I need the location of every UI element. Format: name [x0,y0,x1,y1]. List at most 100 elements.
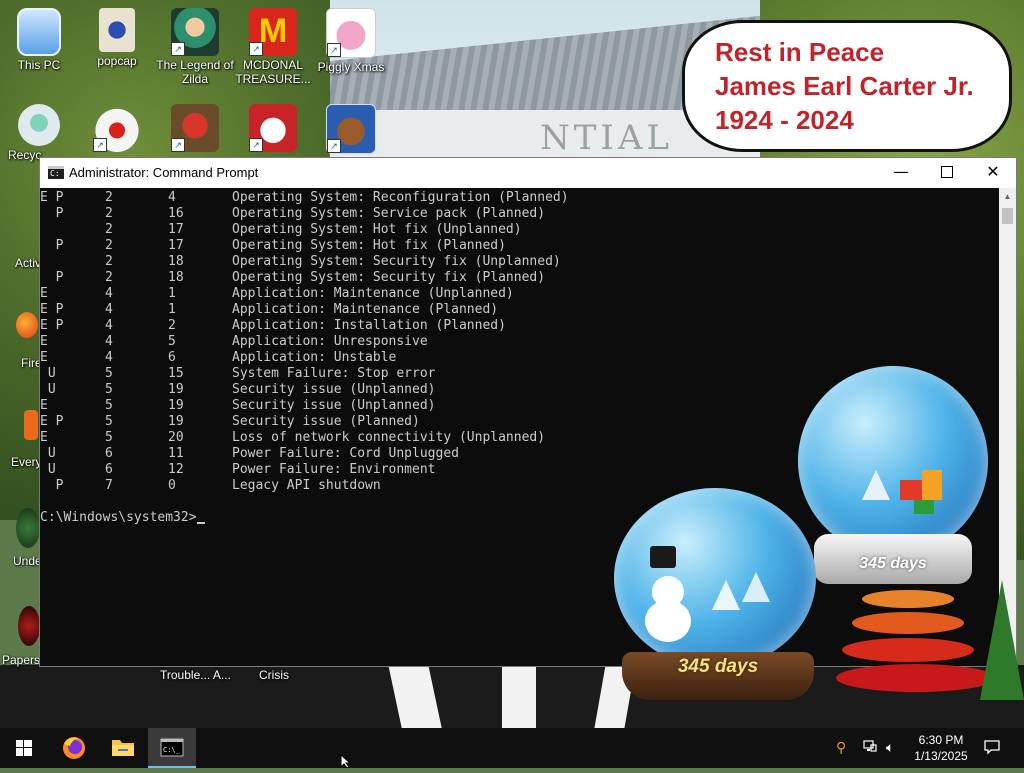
console-major: 5 [105,366,113,381]
console-flags: U [40,366,56,381]
console-major: 4 [105,302,113,317]
console-minor: 0 [168,478,176,493]
scroll-thumb[interactable] [1002,208,1013,224]
wallpaper-building-text: NTIAL [540,118,673,158]
console-minor: 19 [168,414,184,429]
console-description: Operating System: Security fix (Planned) [232,270,546,285]
desktop-icon-label-partial[interactable]: Papers [2,653,40,667]
shortcut-arrow-icon: ↗ [93,138,107,152]
snowman-body [645,600,691,642]
papers-please-icon[interactable] [18,606,40,646]
spiral-ring [852,612,964,634]
spiral-ring [862,590,954,608]
console-minor: 4 [168,190,176,205]
firefox-button[interactable] [50,728,98,768]
console-description: Operating System: Security fix (Unplanne… [232,254,561,269]
close-button[interactable]: ✕ [970,158,1016,188]
console-minor: 20 [168,430,184,445]
console-flags: P [40,270,64,285]
undertale-icon[interactable] [16,508,40,548]
recycle-bin-icon [18,104,60,146]
desktop-icon-label: MCDONAL TREASURE... [235,58,311,86]
desktop-icon-angry-bird[interactable]: ↗ [156,104,234,152]
globe-tree [862,470,890,500]
desktop-icon-label-partial[interactable]: Every [11,455,42,469]
console-minor: 17 [168,222,184,237]
everything-icon[interactable] [24,410,38,440]
console-flags: E P [40,318,64,333]
desktop-icon-label-partial[interactable]: Trouble... A... [160,668,231,682]
console-major: 2 [105,190,113,205]
desktop-icon-snowman-game[interactable]: ↗ [234,104,312,152]
notification-icon [984,740,1000,755]
console-description: Application: Maintenance (Planned) [232,302,499,317]
tribute-line-2: James Earl Carter Jr. [715,71,974,101]
spiral-ring [842,638,974,662]
console-flags: U [40,382,56,397]
desktop-icon-label-partial[interactable]: Unde [13,554,42,568]
console-flags: E [40,430,48,445]
desktop-icon-label: The Legend of Zilda [156,58,234,86]
file-explorer-button[interactable] [99,728,147,768]
search-icon[interactable]: ⚲ [836,738,846,758]
notification-center-button[interactable] [982,738,1002,762]
console-minor: 18 [168,270,184,285]
teddy-bear-icon: ↗ [326,104,376,154]
maximize-icon [941,166,953,178]
gift-icon [900,480,922,500]
console-minor: 19 [168,398,184,413]
shortcut-arrow-icon: ↗ [249,138,263,152]
console-major: 2 [105,222,113,237]
console-flags: E [40,334,48,349]
desktop-icon-label-partial[interactable]: Activ [15,256,41,270]
network-icon[interactable] [862,738,878,760]
system-clock[interactable]: 6:30 PM 1/13/2025 [906,732,976,764]
console-description: Application: Installation (Planned) [232,318,506,333]
volume-icon[interactable]: 🔈︎ [886,738,894,758]
tribute-line-3: 1924 - 2024 [715,105,854,135]
console-description: Legacy API shutdown [232,478,381,493]
desktop-icon-this-pc[interactable]: This PC [0,8,78,72]
console-flags: E P [40,414,64,429]
command-prompt-button[interactable]: C:\_ [148,728,196,768]
desktop-icon-legend-of-zilda[interactable]: ↗ The Legend of Zilda [156,8,234,86]
console-flags: E [40,286,48,301]
minimize-button[interactable]: — [878,158,924,188]
console-major: 2 [105,238,113,253]
desktop-icon-chicken[interactable]: ↗ [78,104,156,152]
console-description: Security issue (Unplanned) [232,398,436,413]
start-button[interactable] [0,728,48,768]
console-flags: U [40,446,56,461]
globe-tree [712,580,740,610]
angry-bird-icon: ↗ [171,104,219,152]
maximize-button[interactable] [924,158,970,188]
shortcut-arrow-icon: ↗ [327,43,341,57]
mcdonalds-icon: M ↗ [249,8,297,56]
scroll-up-arrow-icon[interactable]: ▲ [999,188,1016,205]
text-cursor [196,522,205,524]
window-titlebar[interactable]: C: Administrator: Command Prompt — ✕ [40,158,1016,188]
desktop-icon-label: This PC [17,58,61,72]
console-minor: 5 [168,334,176,349]
computer-icon [17,8,61,56]
shortcut-arrow-icon: ↗ [327,139,341,153]
desktop-icon-recycle-bin[interactable]: Recyc [0,104,78,162]
desktop-icon-piggly-xmas[interactable]: ↗ Piggly Xmas [312,8,390,74]
console-minor: 15 [168,366,184,381]
console-flags: P [40,478,64,493]
firefox-desktop-icon[interactable] [16,312,38,338]
console-description: Power Failure: Environment [232,462,436,477]
snowman-game-icon: ↗ [249,104,297,152]
console-description: Security issue (Planned) [232,414,420,429]
desktop-icon-label-partial[interactable]: Crisis [259,668,289,682]
clock-date: 1/13/2025 [914,749,968,763]
desktop-icon-teddy-bear[interactable]: ↗ [312,104,390,154]
desktop-icon-popcap[interactable]: popcap [78,8,156,68]
console-major: 2 [105,254,113,269]
console-minor: 19 [168,382,184,397]
desktop-icon-mcdonal-treasure[interactable]: M ↗ MCDONAL TREASURE... [234,8,312,86]
command-prompt-line[interactable]: C:\Windows\system32> [40,510,205,526]
globe-sphere [614,488,816,668]
console-major: 4 [105,286,113,301]
minimize-icon: — [893,162,909,181]
